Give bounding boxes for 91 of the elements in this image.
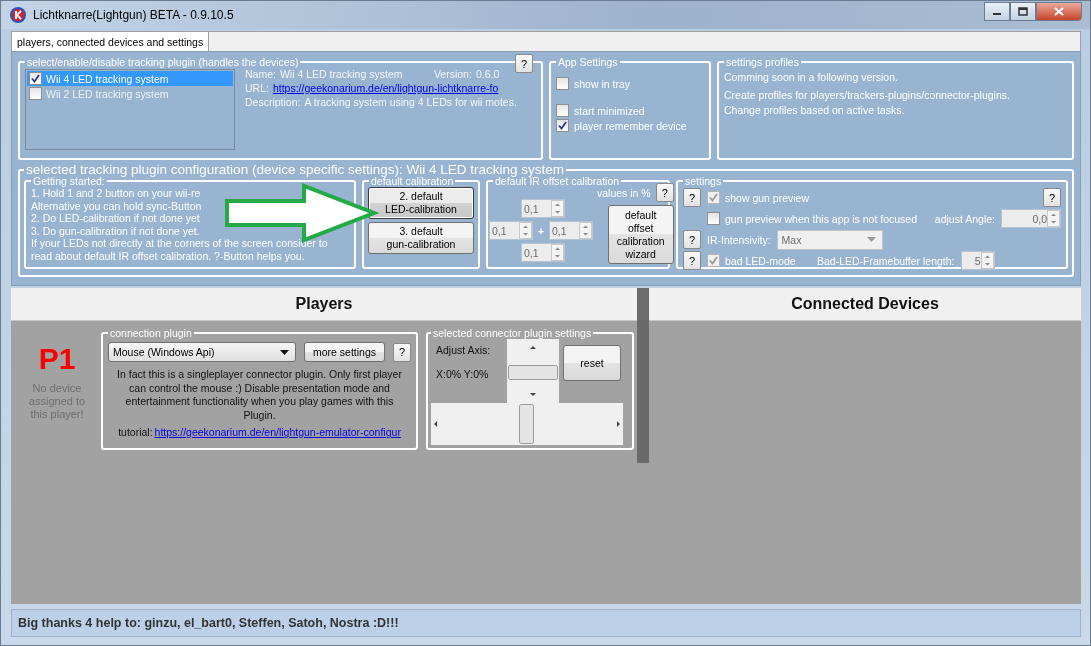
help-button[interactable]: ? [1043, 188, 1061, 207]
checkbox[interactable] [29, 72, 42, 85]
group-title: selected connector plugin settings [432, 327, 593, 339]
instruction-text: 1. Hold 1 and 2 button on your wii-re [31, 187, 202, 200]
item-label: Wii 2 LED tracking system [46, 87, 169, 100]
horizontal-scrollbar[interactable] [431, 403, 623, 445]
number-field[interactable]: 0,1 [521, 199, 565, 218]
field-label: Name: [245, 68, 276, 80]
help-button[interactable]: ? [655, 183, 674, 202]
calibration-button[interactable]: 2. default LED-calibration [368, 187, 474, 219]
instruction-text: 2. Do LED-calibration if not done yet [31, 212, 201, 225]
instruction-text: Alternative you can hold sync-Button [31, 199, 203, 213]
status-bar: Big thanks 4 help to: ginzu, el_bart0, Steffen, Satoh, Nostra :D!!! [11, 609, 1081, 637]
group-title: selected tracking plugin configuration (device specific settings): Wii 4 LED tracking system [25, 162, 564, 177]
player-number: P1 [38, 342, 76, 376]
app-logo-icon [9, 6, 27, 24]
checkbox[interactable] [707, 212, 720, 225]
tutorial-link[interactable]: https://geekonarium.de/en/lightgun-emulator-configur [154, 426, 401, 438]
url-link[interactable]: https://geekonarium.de/en/lightgun-lichtknarre-fo [272, 82, 499, 94]
field-label: Description: [245, 96, 301, 108]
dropdown[interactable]: Max [776, 229, 883, 250]
checkbox-label: bad LED-mode [725, 254, 796, 267]
checkbox-label: start minimized [574, 104, 645, 117]
group-title: select/enable/disable tracking plugin (handles the devices) [26, 56, 300, 68]
number-field[interactable]: 5 [960, 251, 995, 270]
caret-icon [279, 349, 289, 355]
item-label: Wii 4 LED tracking system [46, 72, 169, 85]
caret-icon [866, 237, 876, 242]
checkbox[interactable] [29, 87, 42, 100]
close-icon [1054, 7, 1064, 16]
field-label: Bad-LED-Framebuffer length: [817, 254, 955, 267]
maximize-button[interactable] [1010, 2, 1036, 21]
field-label: tutorial: [118, 426, 153, 438]
version-number: 0.6.0 [475, 68, 500, 80]
calibration-button[interactable]: 3. default gun-calibration [368, 222, 474, 254]
checkbox-label: show gun preview [725, 191, 810, 204]
info-text: Comming soon in a following version. [724, 71, 899, 83]
window-title: Lichtknarre(Lightgun) BETA - 0.9.10.5 [33, 8, 234, 22]
description-text: A tracking system using 4 LEDs for wii motes. [304, 96, 517, 108]
help-button[interactable]: ? [393, 342, 411, 362]
spin-icon[interactable] [980, 252, 994, 269]
spin-icon[interactable] [551, 200, 564, 217]
number-field[interactable]: 0,1 [489, 221, 533, 240]
checkbox-label: gun preview when this app is not focused [725, 212, 918, 225]
plugin-name: Wii 4 LED tracking system [279, 68, 404, 80]
field-label: IR-Intensivity: [707, 233, 771, 246]
group-title: App Settings [557, 56, 619, 68]
group-title: default IR offset calibration [495, 175, 621, 187]
checkbox[interactable] [556, 119, 569, 132]
group-title: connection plugin [109, 327, 193, 339]
dropdown[interactable]: Mouse (Windows Api) [108, 342, 296, 362]
spin-icon[interactable] [519, 222, 532, 239]
field-label: Version: [433, 68, 472, 80]
minimize-button[interactable] [984, 2, 1010, 21]
field-label: adjust Angle: [934, 212, 995, 225]
plus-sign: + [536, 224, 546, 237]
wizard-button[interactable]: default offset calibration wizard [607, 205, 674, 264]
values-label: values in % [597, 186, 651, 199]
checkbox[interactable] [556, 104, 569, 117]
spin-icon[interactable] [579, 222, 592, 239]
number-field[interactable]: 0,1 [549, 221, 593, 240]
number-field[interactable]: 0,1 [521, 243, 565, 262]
group-title: default calibration [371, 175, 455, 187]
field-label: Adjust Axis: [436, 344, 492, 356]
help-button[interactable]: ? [515, 54, 533, 73]
group-title: Getting started: [32, 175, 105, 187]
panel-header: Players [11, 288, 637, 321]
reset-button[interactable]: reset [563, 345, 621, 381]
info-text: Change profiles based on active tasks. [724, 104, 906, 116]
vertical-scrollbar[interactable] [507, 339, 559, 403]
close-button[interactable] [1036, 2, 1082, 21]
instruction-text: 3. Do gun-calibration if not done yet. [31, 224, 201, 238]
more-settings-button[interactable]: more settings [303, 342, 385, 362]
group-title: settings profiles [725, 56, 800, 68]
divider-bar [637, 288, 649, 321]
spin-icon[interactable] [551, 244, 564, 261]
panel-header: Connected Devices [649, 288, 1081, 321]
spin-icon[interactable] [1047, 210, 1060, 227]
instruction-text: read about default IR offset calibration. ?-Button helps you. [31, 249, 306, 263]
group-title: settings [684, 175, 723, 187]
checkbox-label: player remember device [574, 119, 687, 132]
maximize-icon [1018, 7, 1028, 16]
number-field[interactable]: 0,0 [1001, 209, 1061, 228]
field-label: URL: [245, 82, 269, 94]
checkbox-label: show in tray [574, 77, 631, 90]
checkbox[interactable] [556, 77, 569, 90]
info-text: Create profiles for players/trackers-plugins/connector-plugins. [724, 89, 1011, 101]
info-text: In fact this is a singleplayer connector plugin. Only first player can control the mouse :) Disable presentation mode and entertainment functionality when you play games with this Plugin. [116, 368, 403, 422]
axis-reading: X:0% Y:0% [436, 368, 490, 380]
help-button[interactable]: ? [683, 230, 701, 249]
tab[interactable]: players, connected devices and settings [12, 32, 210, 52]
